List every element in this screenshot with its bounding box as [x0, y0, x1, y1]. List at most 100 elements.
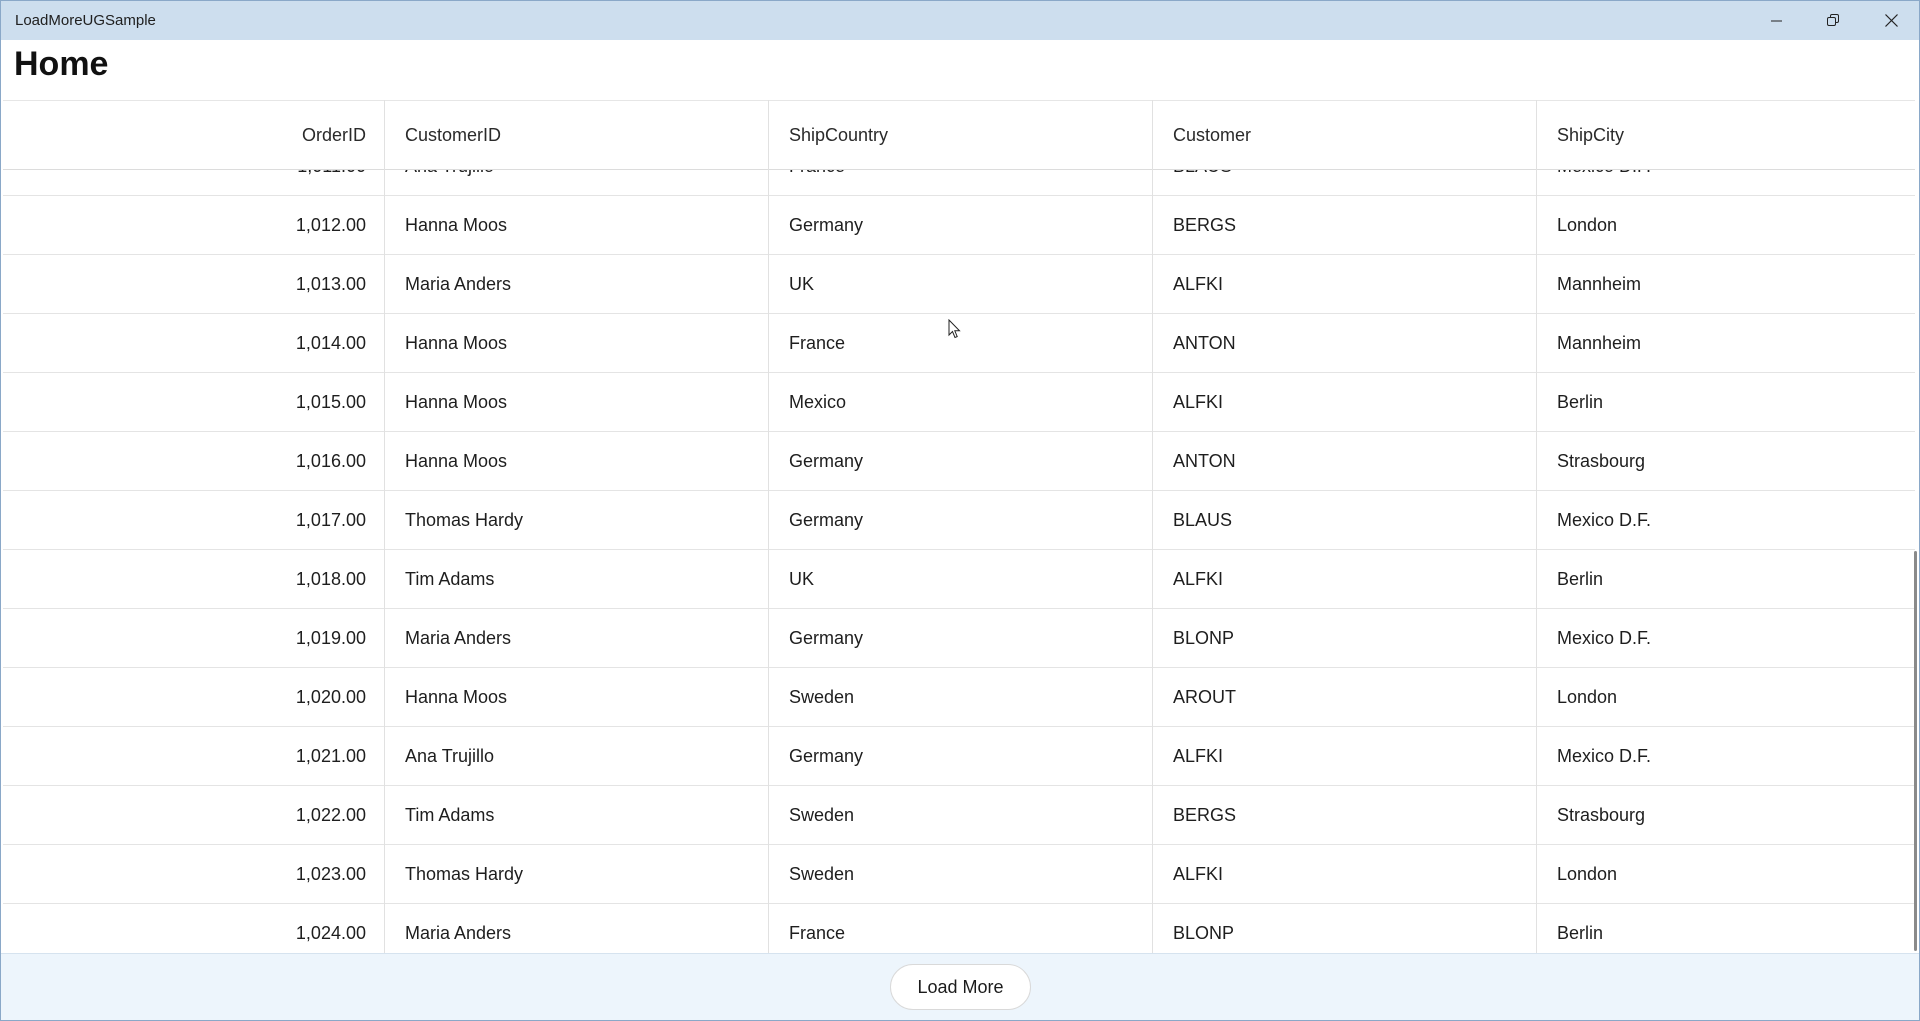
cell-orderid[interactable]: 1,022.00	[3, 786, 384, 844]
table-row[interactable]: 1,020.00 Hanna Moos Sweden AROUT London	[3, 668, 1915, 727]
cell-customerid[interactable]: Hanna Moos	[385, 373, 768, 431]
data-grid[interactable]: OrderID CustomerID ShipCountry Customer …	[3, 100, 1915, 953]
column-header-shipcountry[interactable]: ShipCountry	[769, 101, 1152, 169]
column-header-customerid[interactable]: CustomerID	[385, 101, 768, 169]
cell-customer[interactable]: BLONP	[1153, 609, 1536, 667]
table-row[interactable]: 1,023.00 Thomas Hardy Sweden ALFKI London	[3, 845, 1915, 904]
cell-orderid[interactable]: 1,013.00	[3, 255, 384, 313]
minimize-button[interactable]	[1749, 1, 1805, 40]
table-row[interactable]: 1,021.00 Ana Trujillo Germany ALFKI Mexico D…	[3, 727, 1915, 786]
cell-orderid[interactable]: 1,014.00	[3, 314, 384, 372]
table-row[interactable]: 1,016.00 Hanna Moos Germany ANTON Strasbourg	[3, 432, 1915, 491]
cell-customerid[interactable]: Hanna Moos	[385, 314, 768, 372]
cell-orderid[interactable]: 1,011.00	[3, 168, 384, 195]
cell-shipcity[interactable]: Mexico D.F.	[1537, 609, 1915, 667]
cell-shipcity[interactable]: London	[1537, 196, 1915, 254]
cell-customer[interactable]: ANTON	[1153, 432, 1536, 490]
cell-shipcity[interactable]: Strasbourg	[1537, 786, 1915, 844]
cell-customerid[interactable]: Thomas Hardy	[385, 845, 768, 903]
cell-shipcity[interactable]: Mexico D.F.	[1537, 727, 1915, 785]
column-header-orderid[interactable]: OrderID	[3, 101, 384, 169]
column-header-shipcity[interactable]: ShipCity	[1537, 101, 1915, 169]
cell-customer[interactable]: BERGS	[1153, 786, 1536, 844]
cell-orderid[interactable]: 1,021.00	[3, 727, 384, 785]
grid-body[interactable]: 1,011.00Ana TrujilloFranceBLAUSMexico D.…	[3, 168, 1915, 953]
cell-customerid[interactable]: Tim Adams	[385, 786, 768, 844]
cell-customer[interactable]: AROUT	[1153, 668, 1536, 726]
table-row[interactable]: 1,019.00 Maria Anders Germany BLONP Mexico D…	[3, 609, 1915, 668]
cell-shipcountry[interactable]: Sweden	[769, 668, 1152, 726]
restore-button[interactable]	[1805, 1, 1861, 40]
cell-orderid[interactable]: 1,012.00	[3, 196, 384, 254]
cell-orderid[interactable]: 1,018.00	[3, 550, 384, 608]
cell-customerid[interactable]: Thomas Hardy	[385, 491, 768, 549]
table-row[interactable]: 1,018.00 Tim Adams UK ALFKI Berlin	[3, 550, 1915, 609]
cell-customer[interactable]: BERGS	[1153, 196, 1536, 254]
cell-orderid[interactable]: 1,023.00	[3, 845, 384, 903]
close-button[interactable]	[1863, 1, 1919, 40]
cell-orderid[interactable]: 1,020.00	[3, 668, 384, 726]
cell-customerid[interactable]: Hanna Moos	[385, 196, 768, 254]
table-row[interactable]: 1,022.00 Tim Adams Sweden BERGS Strasbourg	[3, 786, 1915, 845]
cell-orderid[interactable]: 1,019.00	[3, 609, 384, 667]
table-row[interactable]: 1,011.00Ana TrujilloFranceBLAUSMexico D.…	[3, 168, 1915, 196]
cell-orderid[interactable]: 1,024.00	[3, 904, 384, 953]
cell-customer[interactable]: BLAUS	[1153, 168, 1536, 195]
column-header-customer[interactable]: Customer	[1153, 101, 1536, 169]
cell-customer[interactable]: BLAUS	[1153, 491, 1536, 549]
cell-customer[interactable]: ALFKI	[1153, 373, 1536, 431]
table-row[interactable]: 1,024.00 Maria Anders France BLONP Berlin	[3, 904, 1915, 953]
grid-header-row: OrderID CustomerID ShipCountry Customer …	[3, 100, 1915, 170]
cell-shipcountry[interactable]: Sweden	[769, 786, 1152, 844]
cell-customerid[interactable]: Hanna Moos	[385, 432, 768, 490]
cell-shipcity[interactable]: Berlin	[1537, 550, 1915, 608]
cell-shipcity[interactable]: Mannheim	[1537, 255, 1915, 313]
vertical-scrollbar[interactable]	[1913, 168, 1919, 953]
cell-shipcity[interactable]: Mexico D.F.	[1537, 168, 1915, 195]
table-row[interactable]: 1,013.00 Maria Anders UK ALFKI Mannheim	[3, 255, 1915, 314]
cell-shipcountry[interactable]: Germany	[769, 491, 1152, 549]
cell-shipcity[interactable]: London	[1537, 845, 1915, 903]
cell-shipcountry[interactable]: Sweden	[769, 845, 1152, 903]
cell-shipcountry[interactable]: Mexico	[769, 373, 1152, 431]
title-bar[interactable]: LoadMoreUGSample	[1, 1, 1919, 40]
cell-customer[interactable]: ALFKI	[1153, 255, 1536, 313]
cell-shipcountry[interactable]: Germany	[769, 727, 1152, 785]
cell-shipcity[interactable]: Mannheim	[1537, 314, 1915, 372]
table-row[interactable]: 1,015.00 Hanna Moos Mexico ALFKI Berlin	[3, 373, 1915, 432]
cell-shipcity[interactable]: Berlin	[1537, 373, 1915, 431]
cell-customer[interactable]: BLONP	[1153, 904, 1536, 953]
cell-shipcountry[interactable]: UK	[769, 255, 1152, 313]
cell-shipcountry[interactable]: France	[769, 168, 1152, 195]
close-icon	[1884, 14, 1898, 27]
cell-shipcountry[interactable]: Germany	[769, 609, 1152, 667]
app-window: LoadMoreUGSample Home OrderID CustomerID…	[0, 0, 1920, 1021]
cell-shipcity[interactable]: Mexico D.F.	[1537, 491, 1915, 549]
cell-orderid[interactable]: 1,015.00	[3, 373, 384, 431]
cell-shipcountry[interactable]: France	[769, 904, 1152, 953]
cell-customerid[interactable]: Tim Adams	[385, 550, 768, 608]
scrollbar-thumb[interactable]	[1914, 551, 1917, 951]
cell-shipcountry[interactable]: Germany	[769, 432, 1152, 490]
cell-customer[interactable]: ALFKI	[1153, 845, 1536, 903]
cell-customerid[interactable]: Ana Trujillo	[385, 727, 768, 785]
cell-customer[interactable]: ALFKI	[1153, 727, 1536, 785]
cell-customerid[interactable]: Maria Anders	[385, 255, 768, 313]
table-row[interactable]: 1,017.00 Thomas Hardy Germany BLAUS Mexico D…	[3, 491, 1915, 550]
cell-customerid[interactable]: Hanna Moos	[385, 668, 768, 726]
load-more-button[interactable]: Load More	[890, 964, 1031, 1010]
cell-orderid[interactable]: 1,017.00	[3, 491, 384, 549]
cell-shipcity[interactable]: Berlin	[1537, 904, 1915, 953]
cell-customerid[interactable]: Ana Trujillo	[385, 168, 768, 195]
cell-shipcity[interactable]: Strasbourg	[1537, 432, 1915, 490]
cell-orderid[interactable]: 1,016.00	[3, 432, 384, 490]
cell-shipcountry[interactable]: Germany	[769, 196, 1152, 254]
cell-customerid[interactable]: Maria Anders	[385, 904, 768, 953]
cell-shipcity[interactable]: London	[1537, 668, 1915, 726]
cell-customer[interactable]: ANTON	[1153, 314, 1536, 372]
cell-customerid[interactable]: Maria Anders	[385, 609, 768, 667]
cell-customer[interactable]: ALFKI	[1153, 550, 1536, 608]
app-title: LoadMoreUGSample	[15, 12, 156, 29]
cell-shipcountry[interactable]: UK	[769, 550, 1152, 608]
table-row[interactable]: 1,012.00 Hanna Moos Germany BERGS London	[3, 196, 1915, 255]
